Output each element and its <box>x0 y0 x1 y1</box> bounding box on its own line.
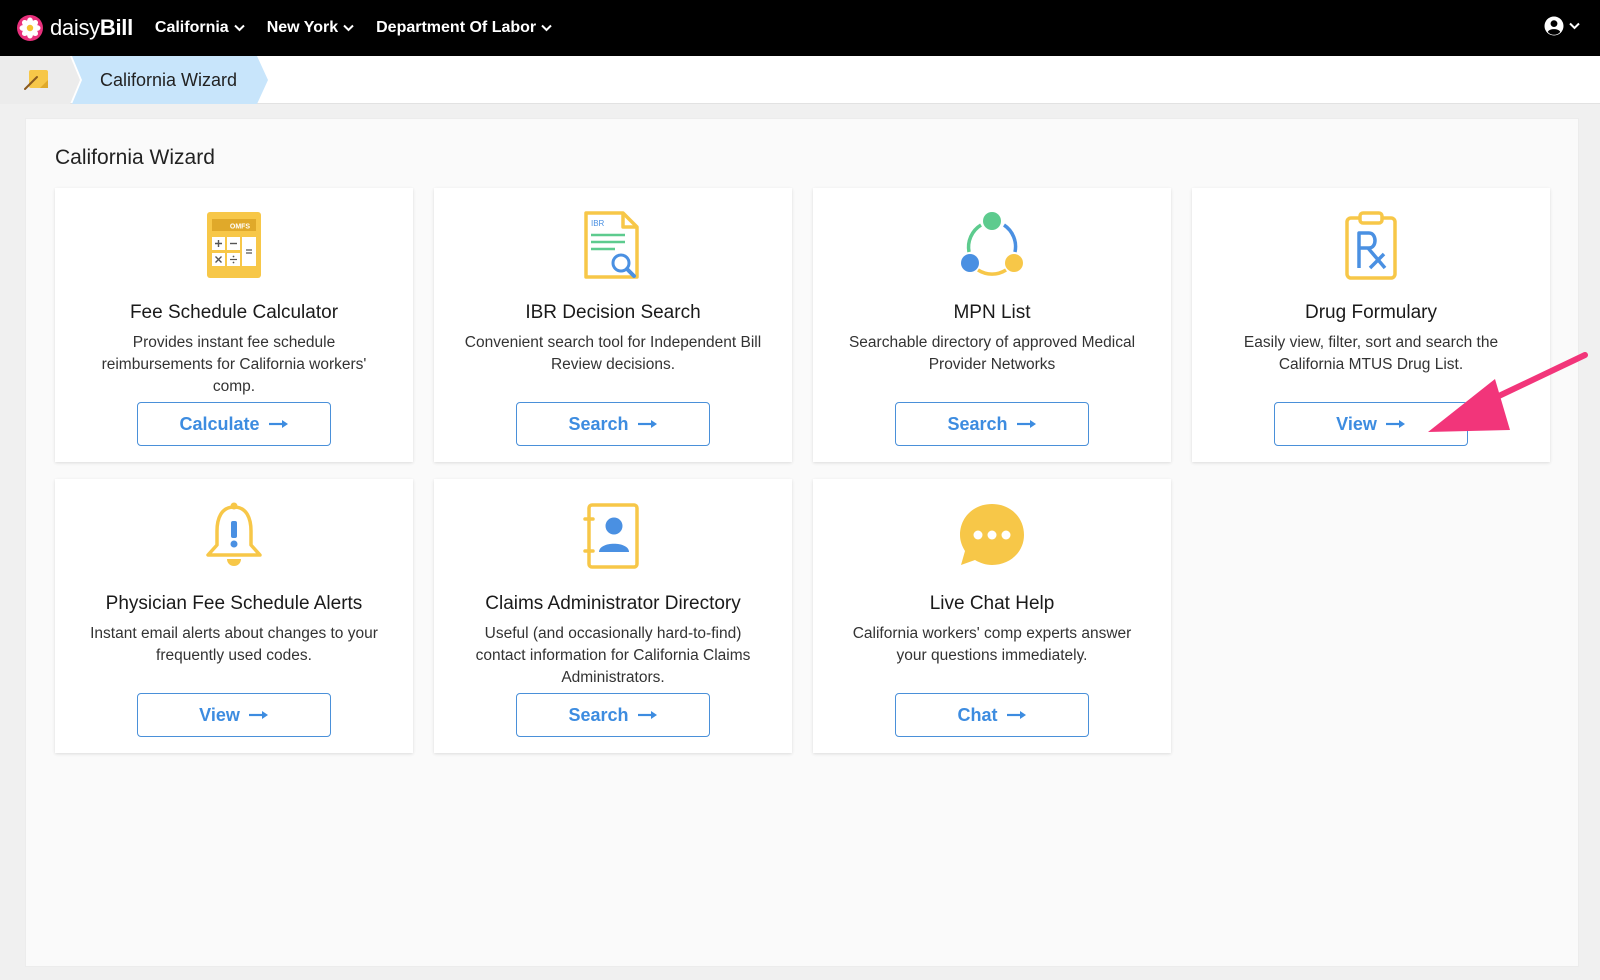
card-title: Fee Schedule Calculator <box>129 302 339 323</box>
chevron-down-icon <box>343 24 354 32</box>
card-description: Searchable directory of approved Medical… <box>848 334 1136 373</box>
card-description: Instant email alerts about changes to yo… <box>90 625 378 664</box>
brand-logo-link[interactable]: daisyBill <box>16 14 133 42</box>
chevron-down-icon <box>541 24 552 32</box>
card-description: Provides instant fee schedule reimbursem… <box>101 334 367 395</box>
contact-book-icon <box>579 501 647 571</box>
mpn-search-button[interactable]: Search <box>895 402 1089 446</box>
chevron-down-icon <box>233 24 245 32</box>
arrow-right-icon <box>248 711 268 719</box>
arrow-right-icon <box>268 420 288 428</box>
chat-button[interactable]: Chat <box>895 693 1089 737</box>
button-label: Search <box>568 413 629 434</box>
nav-item-new-york[interactable]: New York <box>267 19 354 37</box>
chevron-down-icon <box>1569 22 1580 30</box>
card-ibr-decision-search: IBR IBR Decision Search Convenient searc… <box>434 188 792 462</box>
page-title: California Wizard <box>55 146 215 169</box>
document-search-icon: IBR <box>579 210 647 280</box>
button-label: Calculate <box>179 413 260 434</box>
nav-item-department-of-labor[interactable]: Department Of Labor <box>376 19 552 37</box>
card-claims-administrator-directory: Claims Administrator Directory Useful (a… <box>434 479 792 753</box>
account-menu[interactable] <box>1544 16 1580 36</box>
nav-item-label: California <box>154 19 229 36</box>
card-title: MPN List <box>953 302 1031 323</box>
arrow-right-icon <box>1016 420 1036 428</box>
button-label: Search <box>947 413 1008 434</box>
card-physician-fee-schedule-alerts: Physician Fee Schedule Alerts Instant em… <box>55 479 413 753</box>
annotation-arrow-icon <box>1428 352 1588 432</box>
card-fee-schedule-calculator: OMFS Fee Schedule Calculator Provides in… <box>55 188 413 462</box>
user-circle-icon <box>1544 16 1564 36</box>
brand-name: daisyBill <box>50 15 133 40</box>
card-title: Drug Formulary <box>1305 302 1437 323</box>
card-title: Live Chat Help <box>929 593 1055 614</box>
nav-item-california[interactable]: California <box>155 19 245 37</box>
card-description: Useful (and occasionally hard-to-find) c… <box>475 625 751 686</box>
arrow-right-icon <box>637 420 657 428</box>
nav-item-label: New York <box>266 19 339 36</box>
card-description: Convenient search tool for Independent B… <box>464 334 762 373</box>
card-live-chat-help: Live Chat Help California workers' comp … <box>813 479 1171 753</box>
breadcrumb: California Wizard <box>0 56 1600 104</box>
button-label: Search <box>568 704 629 725</box>
card-description: California workers' comp experts answer … <box>852 625 1132 664</box>
card-title: Physician Fee Schedule Alerts <box>105 593 363 614</box>
rx-clipboard-icon <box>1337 210 1405 280</box>
chat-bubble-icon <box>958 501 1026 571</box>
document-label: IBR <box>591 219 605 228</box>
calculate-button[interactable]: Calculate <box>137 402 331 446</box>
ibr-search-button[interactable]: Search <box>516 402 710 446</box>
claims-admin-search-button[interactable]: Search <box>516 693 710 737</box>
nav-item-label: Department Of Labor <box>376 19 537 36</box>
network-cycle-icon <box>958 210 1026 280</box>
card-title: IBR Decision Search <box>525 302 701 323</box>
arrow-right-icon <box>1006 711 1026 719</box>
breadcrumb-current[interactable]: California Wizard <box>72 56 272 104</box>
wizard-panel: California Wizard OMFS Fee Schedule Calc… <box>25 118 1579 967</box>
daisy-flower-icon <box>17 15 43 41</box>
calculator-icon: OMFS <box>200 210 268 280</box>
button-label: View <box>199 704 240 725</box>
fee-alerts-view-button[interactable]: View <box>137 693 331 737</box>
breadcrumb-home[interactable] <box>0 56 80 104</box>
card-title: Claims Administrator Directory <box>485 593 741 614</box>
alert-bell-icon <box>200 501 268 571</box>
card-mpn-list: MPN List Searchable directory of approve… <box>813 188 1171 462</box>
arrow-right-icon <box>1385 420 1405 428</box>
calculator-label: OMFS <box>230 224 251 231</box>
nav-menu: California New York Department Of Labor <box>155 19 574 37</box>
arrow-right-icon <box>637 711 657 719</box>
button-label: Chat <box>957 704 998 725</box>
button-label: View <box>1336 413 1377 434</box>
breadcrumb-current-label: California Wizard <box>100 70 238 90</box>
top-navigation-bar: daisyBill California New York Department… <box>0 0 1600 56</box>
